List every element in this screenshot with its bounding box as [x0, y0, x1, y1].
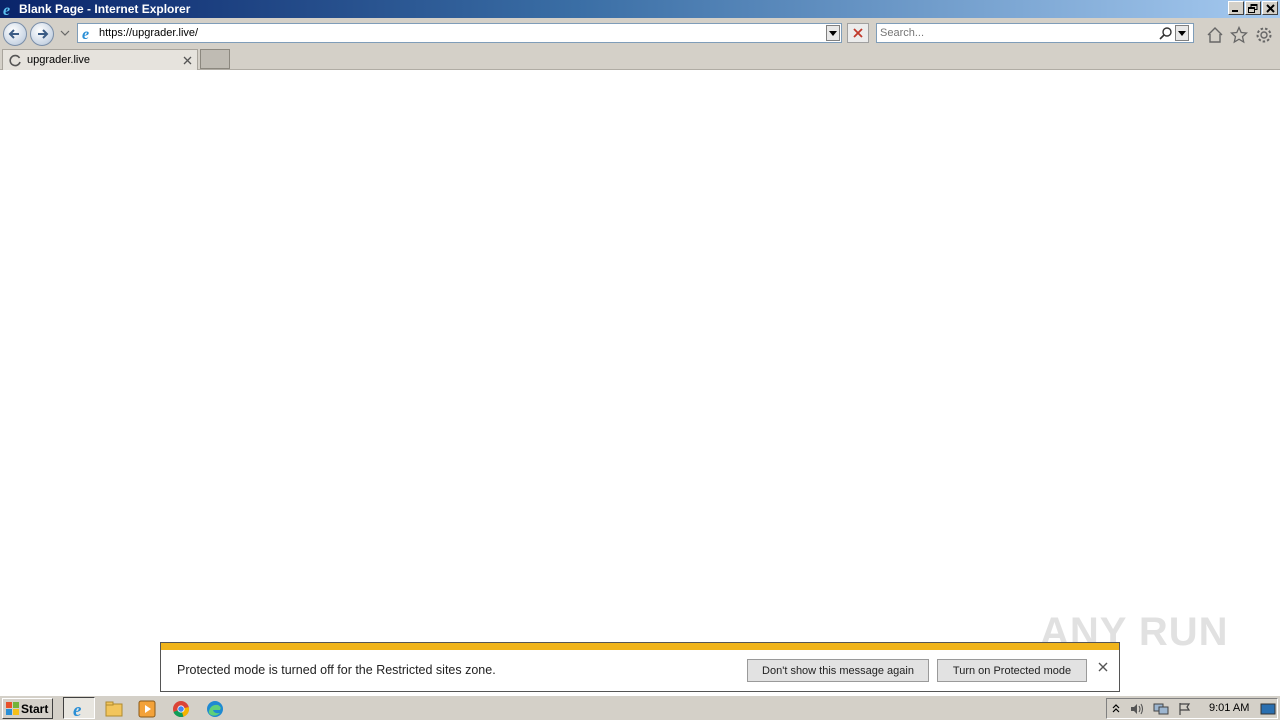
search-input[interactable]	[880, 26, 1150, 40]
navigation-bar: e https://upgrader.live/	[0, 18, 1280, 48]
close-notification-icon[interactable]	[1098, 662, 1108, 672]
forward-arrow-icon	[38, 29, 49, 39]
loading-spinner-icon	[9, 54, 21, 67]
show-hidden-icons-icon[interactable]	[1112, 703, 1120, 715]
network-icon[interactable]	[1153, 702, 1169, 716]
file-explorer-icon[interactable]	[104, 699, 124, 719]
clock[interactable]: 9:01 AM	[1209, 702, 1249, 714]
recent-pages-chevron-icon[interactable]	[60, 30, 70, 38]
turn-on-protected-mode-button[interactable]: Turn on Protected mode	[937, 659, 1087, 682]
url-text[interactable]: https://upgrader.live/	[99, 27, 198, 39]
close-tab-icon[interactable]	[183, 56, 192, 65]
minimize-button[interactable]	[1228, 1, 1244, 15]
stop-button[interactable]	[847, 23, 869, 43]
restore-button[interactable]	[1245, 1, 1261, 15]
chrome-icon[interactable]	[171, 699, 191, 719]
svg-text:e: e	[82, 26, 89, 41]
back-button[interactable]	[3, 22, 27, 46]
protected-mode-notification: Protected mode is turned off for the Res…	[160, 642, 1120, 692]
taskbar: Start e 9:01 AM	[0, 695, 1280, 720]
tab-bar: upgrader.live	[0, 48, 1280, 70]
media-player-icon[interactable]	[137, 699, 157, 719]
svg-text:e: e	[3, 2, 10, 17]
search-dropdown-button[interactable]	[1175, 25, 1189, 41]
edge-icon[interactable]	[205, 699, 225, 719]
start-button[interactable]: Start	[2, 698, 53, 719]
back-arrow-icon	[8, 29, 19, 39]
stop-x-icon	[853, 28, 863, 38]
address-bar[interactable]: e https://upgrader.live/	[77, 23, 842, 43]
windows-flag-icon	[6, 702, 19, 715]
show-desktop-icon[interactable]	[1260, 702, 1276, 716]
site-ie-icon: e	[82, 26, 89, 41]
internet-explorer-icon: e	[73, 700, 82, 719]
action-center-flag-icon[interactable]	[1177, 702, 1193, 716]
tab-upgrader-live[interactable]: upgrader.live	[2, 49, 198, 70]
chevron-down-icon	[1178, 30, 1186, 36]
settings-gear-icon[interactable]	[1255, 26, 1273, 44]
search-icon[interactable]	[1159, 26, 1173, 40]
volume-icon[interactable]	[1129, 702, 1145, 716]
favorites-star-icon[interactable]	[1230, 26, 1248, 44]
forward-button[interactable]	[30, 22, 54, 46]
search-box[interactable]	[876, 23, 1194, 43]
close-window-button[interactable]	[1262, 1, 1278, 15]
home-icon[interactable]	[1206, 26, 1224, 44]
new-tab-button[interactable]	[200, 49, 230, 69]
start-label: Start	[21, 702, 49, 716]
notification-message: Protected mode is turned off for the Res…	[177, 663, 496, 677]
address-dropdown-button[interactable]	[826, 25, 840, 41]
chevron-down-icon	[829, 30, 837, 36]
svg-text:e: e	[73, 700, 82, 719]
taskbar-ie-button[interactable]: e	[63, 697, 95, 719]
system-tray: 9:01 AM	[1106, 698, 1278, 719]
title-bar: e Blank Page - Internet Explorer	[0, 0, 1280, 18]
internet-explorer-icon: e	[3, 2, 10, 17]
window-title: Blank Page - Internet Explorer	[19, 2, 191, 16]
tab-label: upgrader.live	[27, 54, 90, 66]
dont-show-again-button[interactable]: Don't show this message again	[747, 659, 929, 682]
notification-accent-bar	[161, 643, 1119, 650]
page-content	[0, 70, 1280, 695]
